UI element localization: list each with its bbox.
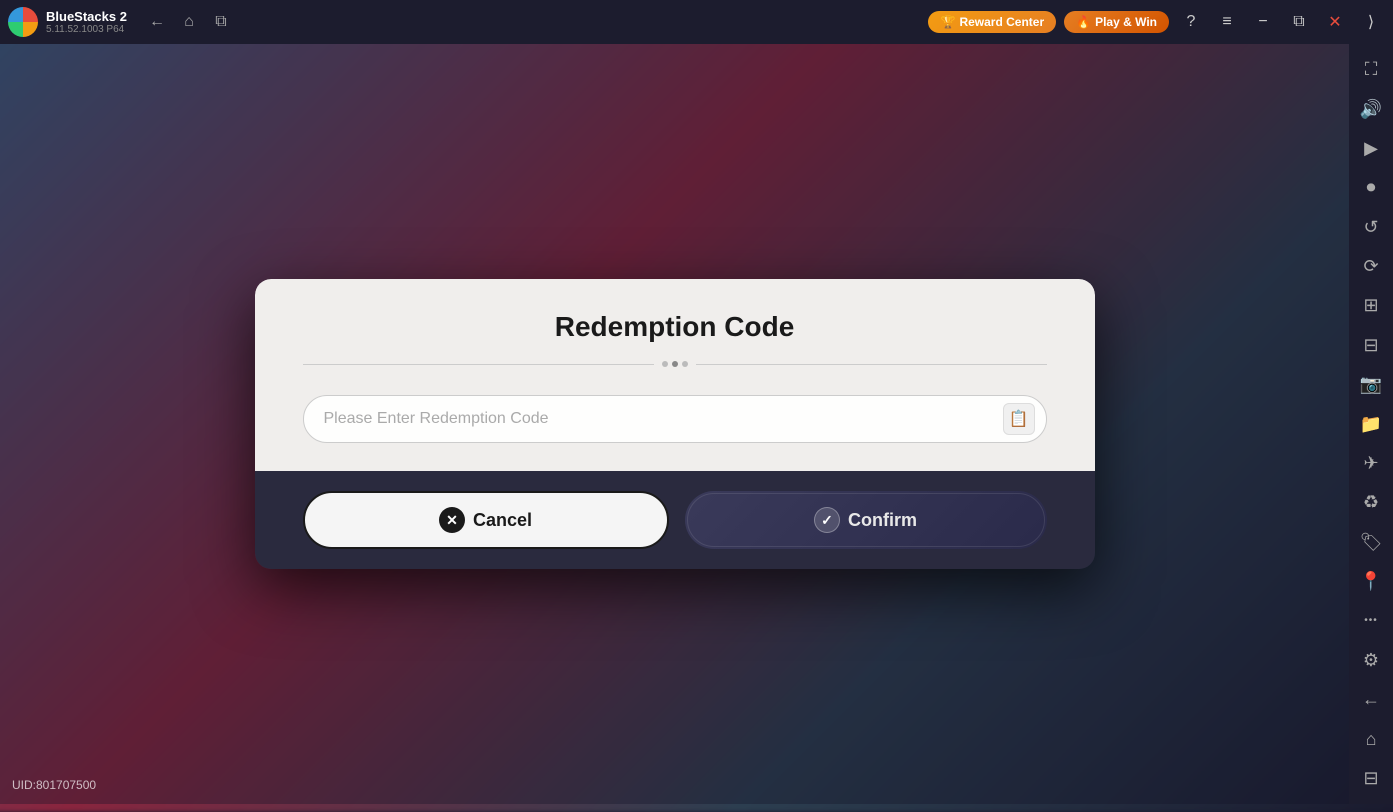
close-button[interactable]: ✕ (1321, 8, 1349, 36)
confirm-label: Confirm (848, 510, 917, 531)
play-win-button[interactable]: 🔥 Play & Win (1064, 11, 1169, 33)
folder-icon[interactable]: 📁 (1353, 406, 1389, 441)
cancel-button[interactable]: ✕ Cancel (303, 491, 669, 549)
reward-center-label: Reward Center (959, 15, 1044, 29)
help-button[interactable]: ? (1177, 8, 1205, 36)
app-title: BlueStacks 2 5.11.52.1003 P64 (46, 9, 127, 36)
divider-dot-3 (682, 361, 688, 367)
redemption-dialog: Redemption Code 📋 ✕ (255, 279, 1095, 569)
paste-button[interactable]: 📋 (1003, 403, 1035, 435)
refresh-icon[interactable]: ⟳ (1353, 249, 1389, 284)
apps-icon[interactable]: ⊟ (1353, 328, 1389, 363)
check-icon: ✓ (821, 512, 833, 529)
dialog-top: Redemption Code 📋 (255, 279, 1095, 471)
menu-button[interactable]: ≡ (1213, 8, 1241, 36)
divider-dots (662, 361, 688, 367)
location-icon[interactable]: 📍 (1353, 564, 1389, 599)
reward-center-button[interactable]: 🏆 Reward Center (928, 11, 1056, 33)
topbar-right: 🏆 Reward Center 🔥 Play & Win ? ≡ − ⧉ ✕ ⟩ (928, 8, 1385, 36)
confirm-button[interactable]: ✓ Confirm (685, 491, 1047, 549)
input-wrapper: 📋 (303, 395, 1047, 443)
cancel-label: Cancel (473, 510, 532, 531)
paste-icon: 📋 (1009, 409, 1029, 429)
expand-button[interactable]: ⟩ (1357, 8, 1385, 36)
topbar: BlueStacks 2 5.11.52.1003 P64 ← ⌂ ⧉ 🏆 Re… (0, 0, 1393, 44)
dialog-divider (303, 361, 1047, 367)
dialog-title: Redemption Code (303, 311, 1047, 343)
camera-record-icon[interactable]: ⏺ (1353, 170, 1389, 205)
app-name: BlueStacks 2 (46, 9, 127, 25)
tabs-button[interactable]: ⧉ (207, 8, 235, 36)
dialog-bottom: ✕ Cancel ✓ Confirm (255, 471, 1095, 569)
reward-icon: 🏆 (940, 15, 955, 29)
eco-icon[interactable]: ♻ (1353, 485, 1389, 520)
screenshot-icon[interactable]: 📷 (1353, 367, 1389, 402)
stack-icon[interactable]: ⊞ (1353, 288, 1389, 323)
play-win-icon: 🔥 (1076, 15, 1091, 29)
home-button[interactable]: ⌂ (175, 8, 203, 36)
cancel-icon-circle: ✕ (439, 507, 465, 533)
play-win-label: Play & Win (1095, 15, 1157, 29)
back-button[interactable]: ← (143, 8, 171, 36)
tag-icon[interactable]: 🏷 (1353, 525, 1389, 560)
fullscreen-icon[interactable]: ⛶ (1353, 52, 1389, 87)
right-sidebar: ⛶ 🔊 ▶ ⏺ ↺ ⟳ ⊞ ⊟ 📷 📁 ✈ ♻ 🏷 📍 ••• ⚙ ← ⌂ ⊟ (1349, 44, 1393, 804)
more-icon[interactable]: ••• (1353, 603, 1389, 638)
app-version: 5.11.52.1003 P64 (46, 24, 127, 35)
app-logo (8, 7, 38, 37)
back-nav-icon[interactable]: ← (1353, 682, 1389, 717)
x-icon: ✕ (446, 512, 458, 529)
divider-dot-2 (672, 361, 678, 367)
rotate-icon[interactable]: ↺ (1353, 210, 1389, 245)
confirm-icon-circle: ✓ (814, 507, 840, 533)
layers-icon[interactable]: ⊟ (1353, 761, 1389, 796)
restore-button[interactable]: ⧉ (1285, 8, 1313, 36)
redemption-code-input[interactable] (303, 395, 1047, 443)
divider-line-right (696, 364, 1047, 365)
topbar-nav: ← ⌂ ⧉ (143, 8, 235, 36)
settings-icon[interactable]: ⚙ (1353, 643, 1389, 678)
volume-icon[interactable]: 🔊 (1353, 91, 1389, 126)
divider-line-left (303, 364, 654, 365)
home-sidebar-icon[interactable]: ⌂ (1353, 721, 1389, 756)
modal-overlay: Redemption Code 📋 ✕ (0, 44, 1349, 804)
plane-icon[interactable]: ✈ (1353, 446, 1389, 481)
divider-dot-1 (662, 361, 668, 367)
video-icon[interactable]: ▶ (1353, 131, 1389, 166)
minimize-button[interactable]: − (1249, 8, 1277, 36)
